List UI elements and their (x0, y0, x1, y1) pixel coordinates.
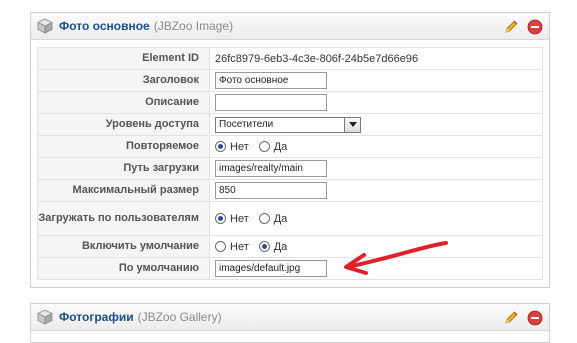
cube-icon (37, 309, 53, 325)
delete-icon[interactable] (527, 19, 543, 35)
param-row-description: Описание (37, 91, 543, 114)
params-table: Element ID 26fc8979-6eb3-4c3e-806f-24b5e… (37, 47, 543, 280)
radio-label: Да (273, 212, 288, 225)
param-label: По умолчанию (37, 257, 210, 280)
element-panel-main-photo: Фото основное (JBZoo Image) Element ID 2… (30, 12, 550, 288)
param-label: Максимальный размер (37, 179, 210, 202)
param-row-upload-path: Путь загрузки (37, 157, 543, 180)
param-row-upload-by-user: Загружать по пользователям Нет Да (37, 201, 543, 236)
access-level-value: Посетители (219, 118, 274, 130)
pencil-icon[interactable] (503, 310, 519, 326)
annotation-arrow-icon (344, 241, 448, 275)
radio-unselected-icon[interactable] (215, 241, 226, 252)
radio-label: Нет (230, 140, 249, 153)
description-input[interactable] (215, 94, 327, 111)
upload-by-user-no-radio[interactable]: Нет (215, 213, 249, 225)
param-label: Element ID (37, 47, 210, 70)
element-title[interactable]: Фото основное (59, 19, 150, 33)
radio-unselected-icon[interactable] (258, 141, 270, 152)
radio-label: Да (273, 140, 288, 153)
param-label: Описание (37, 91, 210, 114)
param-label: Уровень доступа (37, 113, 210, 136)
element-panel-gallery: Фотографии (JBZoo Gallery) (30, 303, 550, 343)
param-row-element-id: Element ID 26fc8979-6eb3-4c3e-806f-24b5e… (37, 47, 543, 70)
delete-icon[interactable] (527, 310, 543, 326)
element-header[interactable]: Фото основное (JBZoo Image) (31, 13, 549, 40)
param-row-max-size: Максимальный размер (37, 179, 543, 202)
upload-by-user-yes-radio[interactable]: Да (258, 212, 288, 225)
param-label: Включить умолчание (37, 235, 210, 258)
access-level-select[interactable]: Посетители (215, 116, 361, 133)
repeatable-no-radio[interactable]: Нет (215, 141, 249, 153)
param-row-title: Заголовок (37, 69, 543, 92)
param-row-enable-default: Включить умолчание Нет Да (37, 235, 543, 258)
default-image-input[interactable] (215, 260, 327, 277)
enable-default-no-radio[interactable]: Нет (215, 241, 249, 253)
max-size-input[interactable] (215, 182, 327, 199)
param-row-default: По умолчанию (37, 257, 543, 280)
radio-unselected-icon[interactable] (258, 213, 270, 224)
param-label: Загружать по пользователям (37, 201, 210, 236)
param-row-repeatable: Повторяемое Нет Да (37, 135, 543, 158)
pencil-icon[interactable] (503, 19, 519, 35)
upload-path-input[interactable] (215, 160, 327, 177)
element-id-value: 26fc8979-6eb3-4c3e-806f-24b5e7d66e96 (215, 52, 419, 65)
element-title[interactable]: Фотографии (59, 310, 134, 324)
enable-default-yes-radio[interactable]: Да (258, 240, 288, 253)
radio-label: Да (273, 240, 288, 253)
radio-selected-icon[interactable] (215, 213, 226, 224)
radio-label: Нет (230, 240, 249, 253)
param-label: Заголовок (37, 69, 210, 92)
element-params: Element ID 26fc8979-6eb3-4c3e-806f-24b5e… (37, 47, 543, 280)
repeatable-yes-radio[interactable]: Да (258, 140, 288, 153)
cube-icon (37, 18, 53, 34)
param-label: Путь загрузки (37, 157, 210, 180)
element-header[interactable]: Фотографии (JBZoo Gallery) (31, 304, 549, 331)
element-type: (JBZoo Image) (153, 19, 234, 33)
select-arrow-icon[interactable] (344, 117, 360, 132)
radio-selected-icon[interactable] (258, 241, 270, 252)
param-row-access: Уровень доступа Посетители (37, 113, 543, 136)
param-label: Повторяемое (37, 135, 210, 158)
radio-label: Нет (230, 212, 249, 225)
title-input[interactable] (215, 72, 327, 89)
element-type: (JBZoo Gallery) (137, 310, 222, 324)
radio-selected-icon[interactable] (215, 141, 226, 152)
